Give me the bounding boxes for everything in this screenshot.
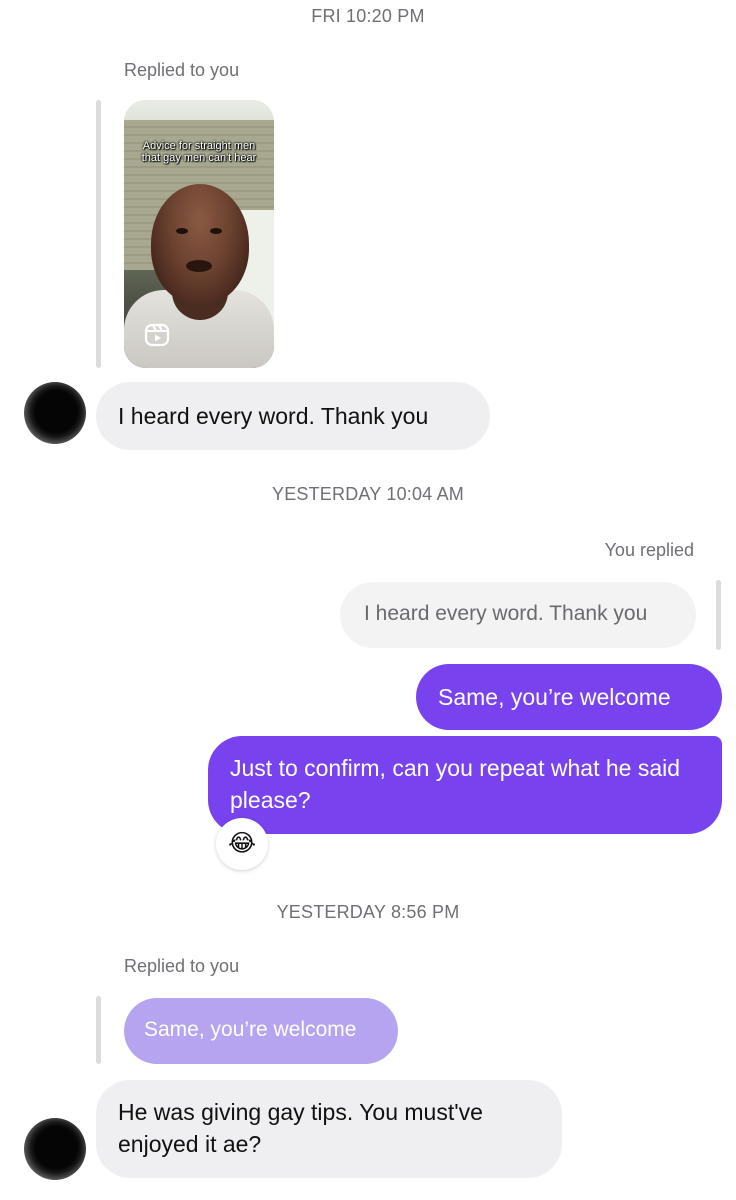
contact-avatar[interactable] [24,1118,86,1180]
timestamp: YESTERDAY 8:56 PM [276,902,460,922]
message-text: Same, you’re welcome [438,684,671,710]
quoted-message-text: Same, you’re welcome [144,1018,357,1041]
replied-to-you-label: Replied to you [124,956,240,976]
message-text: I heard every word. Thank you [118,403,429,429]
replied-to-you-label: Replied to you [124,60,240,80]
reels-icon [144,323,170,347]
quoted-message[interactable]: Same, you’re welcome [124,998,398,1064]
reel-person-mouth [186,260,212,272]
reply-indicator-bar [716,580,721,650]
reel-person-eye [210,228,222,234]
quoted-message-text: I heard every word. Thank you [364,602,648,625]
message-text: He was giving gay tips. You must've enjo… [118,1099,483,1157]
incoming-message[interactable]: I heard every word. Thank you [96,382,490,450]
timestamp: YESTERDAY 10:04 AM [271,484,465,504]
outgoing-message[interactable]: Same, you’re welcome [416,664,722,730]
shared-reel-thumbnail[interactable]: Advice for straight men that gay men can… [124,100,274,368]
contact-avatar[interactable] [24,382,86,444]
reel-person-eye [176,228,188,234]
laughing-emoji-icon: 😂 [227,830,257,857]
reply-indicator-bar [96,100,101,368]
reel-person-head [151,184,249,304]
quoted-message[interactable]: I heard every word. Thank you [340,582,696,648]
message-text: Just to confirm, can you repeat what he … [230,755,681,813]
outgoing-message[interactable]: Just to confirm, can you repeat what he … [208,736,722,834]
you-replied-label: You replied [604,540,694,560]
message-reaction[interactable]: 😂 [216,818,268,870]
reply-indicator-bar [96,996,101,1064]
timestamp: FRI 10:20 PM [311,6,425,26]
incoming-message[interactable]: He was giving gay tips. You must've enjo… [96,1080,562,1178]
reel-caption: Advice for straight men that gay men can… [141,140,257,164]
